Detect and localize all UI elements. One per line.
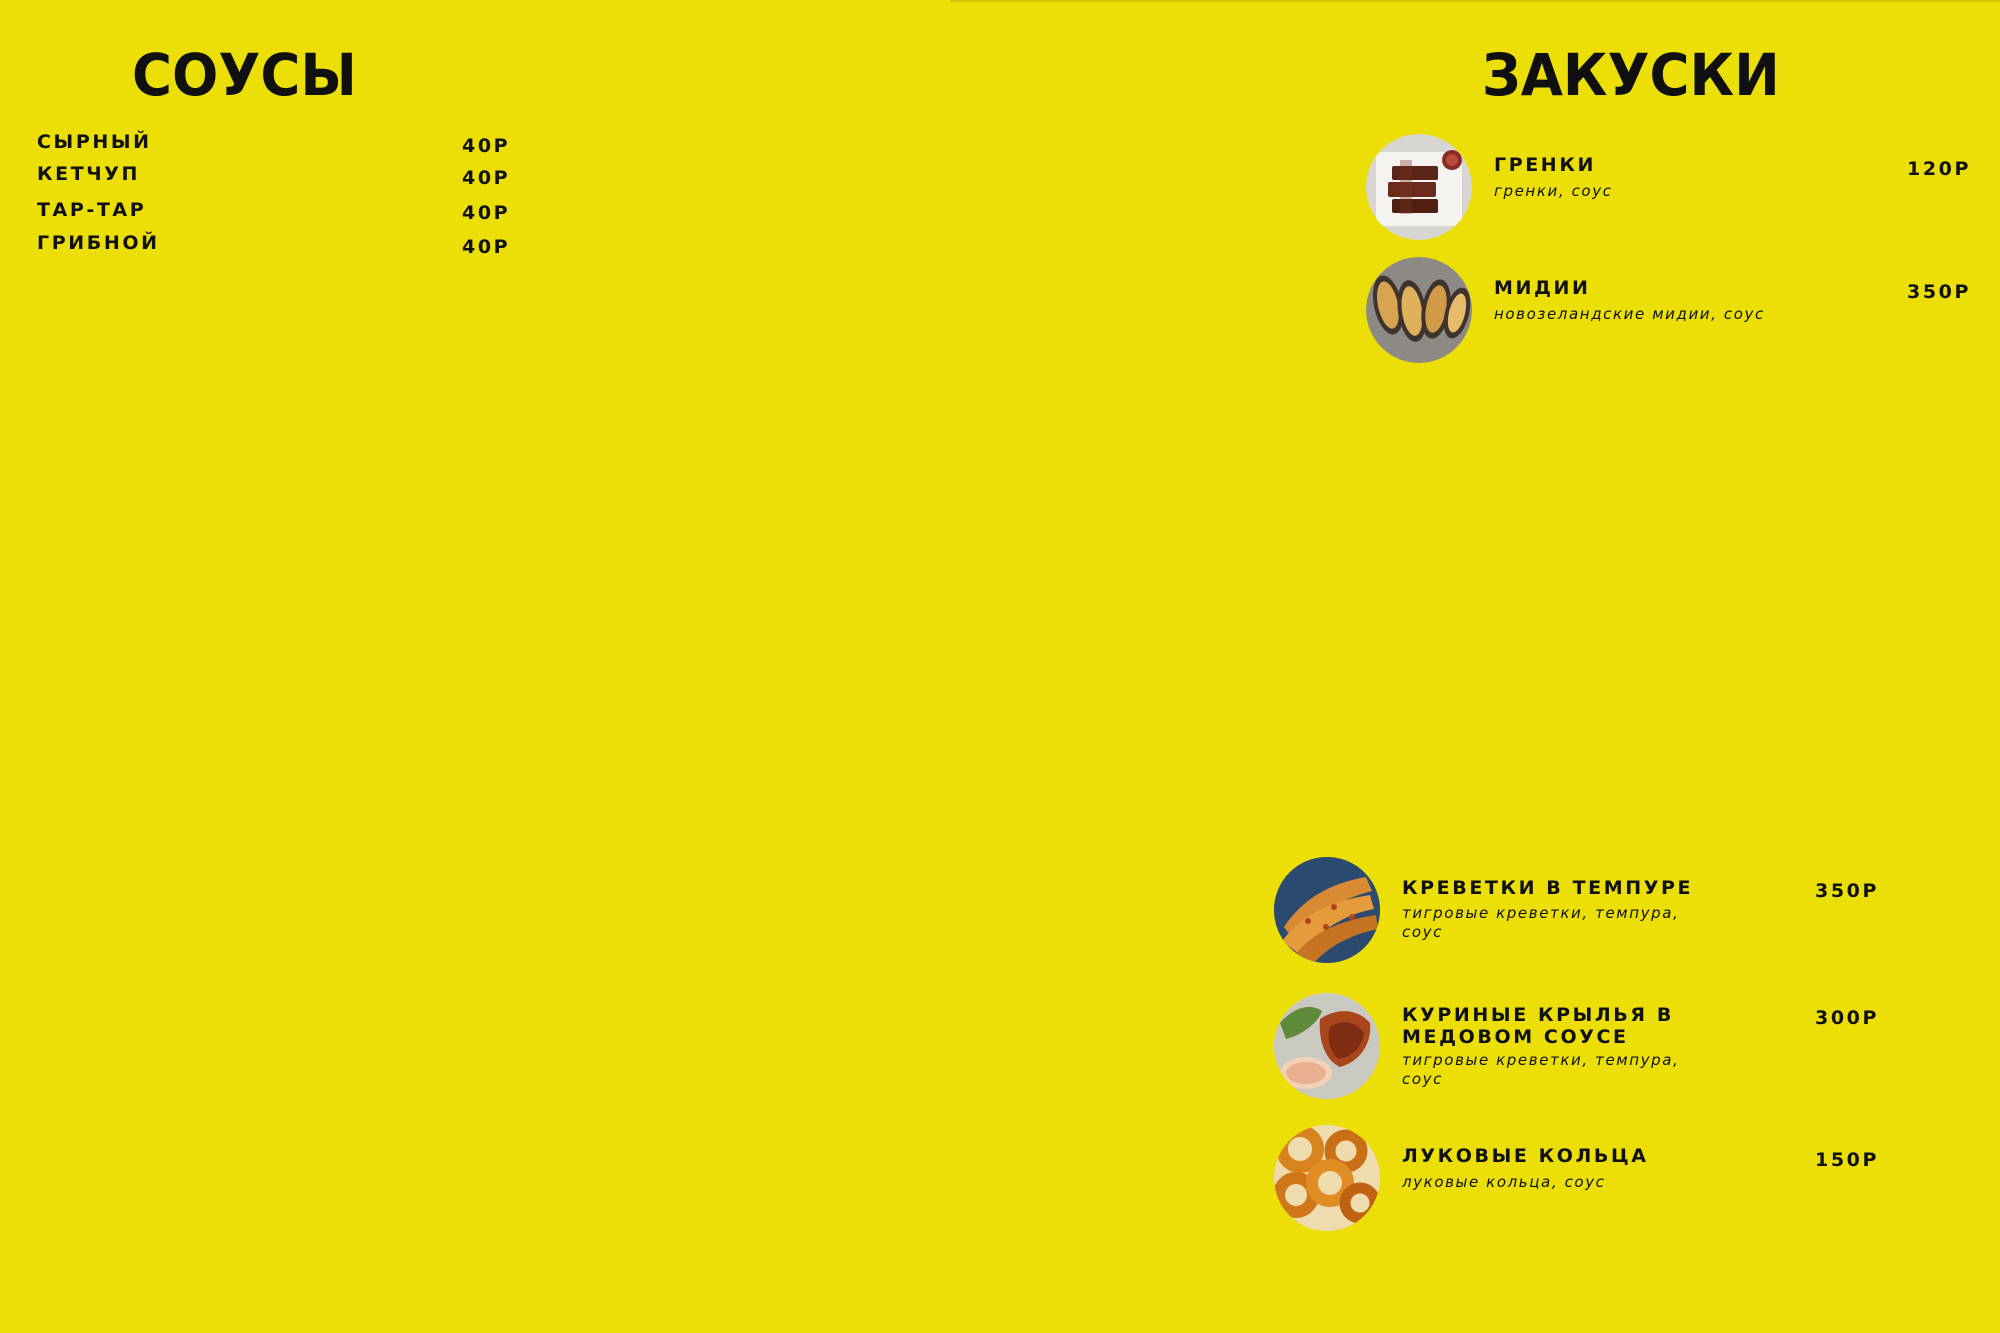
snack-name-chicken-wings: КУРИНЫЕ КРЫЛЬЯ В МЕДОВОМ СОУСЕ <box>1402 1004 1674 1048</box>
snack-desc-chicken-wings: тигровые креветки, темпура, соус <box>1402 1051 1680 1089</box>
snack-price-chicken-wings: 300Р <box>1815 1007 1879 1029</box>
snack-name-onion-rings: ЛУКОВЫЕ КОЛЬЦА <box>1402 1145 1649 1167</box>
snack-desc-tempura-shrimp: тигровые креветки, темпура, соус <box>1402 904 1680 942</box>
snack-price-tempura-shrimp: 350Р <box>1815 880 1879 902</box>
sauce-price-tartar: 40Р <box>462 202 511 224</box>
snack-name-tempura-shrimp: КРЕВЕТКИ В ТЕМПУРЕ <box>1402 877 1694 899</box>
snack-desc-onion-rings: луковые кольца, соус <box>1402 1173 1606 1191</box>
mussels-photo-icon <box>1366 257 1472 363</box>
snack-desc-croutons: гренки, соус <box>1494 182 1613 200</box>
top-divider <box>950 0 2000 2</box>
snack-name-mussels: МИДИИ <box>1494 277 1591 299</box>
snack-desc-mussels: новозеландские мидии, соус <box>1494 305 1765 323</box>
sauce-name-tartar: ТАР-ТАР <box>37 199 147 221</box>
snack-price-mussels: 350Р <box>1907 281 1971 303</box>
sauce-price-ketchup: 40Р <box>462 167 511 189</box>
sauce-name-ketchup: КЕТЧУП <box>37 163 140 185</box>
sauce-price-mushroom: 40Р <box>462 236 511 258</box>
chicken-wings-photo-icon <box>1274 993 1380 1099</box>
snack-price-onion-rings: 150Р <box>1815 1149 1879 1171</box>
sauce-name-mushroom: ГРИБНОЙ <box>37 232 160 254</box>
croutons-photo-icon <box>1366 134 1472 240</box>
sauce-name-cheese: СЫРНЫЙ <box>37 131 152 153</box>
sauce-price-cheese: 40Р <box>462 135 511 157</box>
sauces-title: СОУСЫ <box>132 41 357 109</box>
snack-price-croutons: 120Р <box>1907 158 1971 180</box>
snack-name-croutons: ГРЕНКИ <box>1494 154 1596 176</box>
tempura-shrimp-photo-icon <box>1274 857 1380 963</box>
snacks-title: ЗАКУСКИ <box>1482 41 1780 109</box>
onion-rings-photo-icon <box>1274 1125 1380 1231</box>
